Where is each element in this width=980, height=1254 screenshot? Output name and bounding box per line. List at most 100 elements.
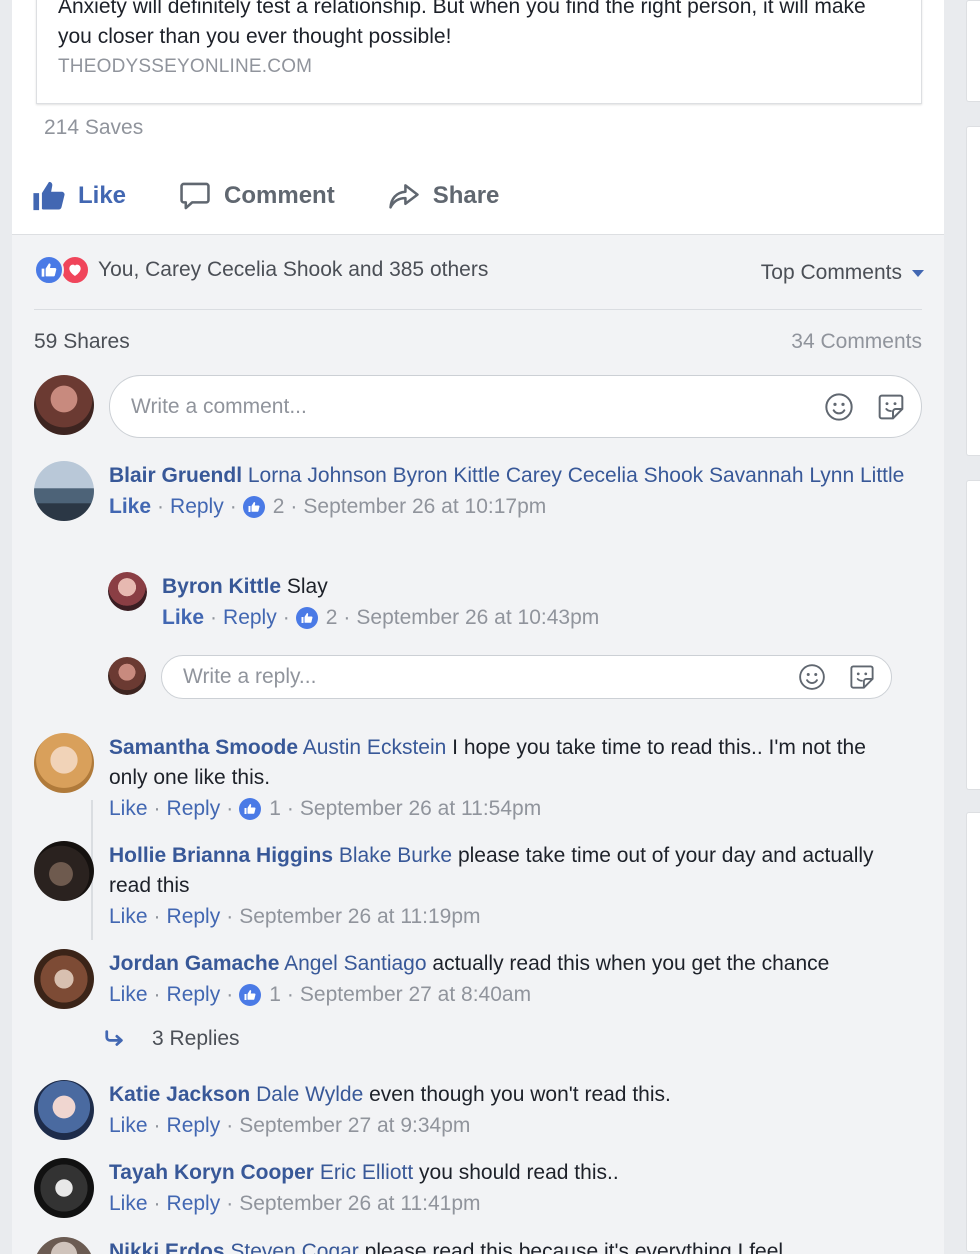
- comment-input[interactable]: [131, 376, 823, 437]
- share-button[interactable]: Share: [387, 179, 499, 213]
- comment-timestamp[interactable]: September 26 at 10:43pm: [356, 606, 599, 630]
- comment-reply-link[interactable]: Reply: [167, 983, 221, 1007]
- feedback-section: You, Carey Cecelia Shook and 385 others …: [12, 234, 944, 1254]
- comments-count[interactable]: 34 Comments: [791, 330, 922, 354]
- speech-bubble-icon: [180, 182, 210, 210]
- like-count-icon[interactable]: [295, 607, 318, 629]
- comment-reply-link[interactable]: Reply: [167, 1192, 221, 1216]
- avatar[interactable]: [34, 733, 94, 793]
- like-count-icon[interactable]: [242, 496, 265, 518]
- comment-mention[interactable]: Austin Eckstein: [303, 736, 447, 759]
- link-domain: THEODYSSEYONLINE.COM: [58, 56, 313, 77]
- smiley-icon[interactable]: [823, 391, 855, 423]
- comment-text: please read this because it's everything…: [364, 1240, 784, 1254]
- comment-author[interactable]: Samantha Smoode: [109, 736, 298, 759]
- comment-like-count[interactable]: 1: [269, 797, 281, 821]
- comment-composer: [109, 375, 922, 438]
- comment-author[interactable]: Nikki Erdos: [109, 1240, 225, 1254]
- view-replies-label: 3 Replies: [152, 1027, 240, 1050]
- avatar[interactable]: [108, 572, 146, 610]
- avatar[interactable]: [34, 949, 94, 1009]
- comment-timestamp[interactable]: September 26 at 11:41pm: [239, 1192, 480, 1216]
- post-action-bar: Like Comment Share: [32, 172, 551, 220]
- smiley-icon[interactable]: [797, 662, 827, 692]
- comment-timestamp[interactable]: September 26 at 11:54pm: [300, 797, 541, 821]
- comment-meta: Like · Reply · September 27 at 9:34pm: [109, 1114, 471, 1138]
- sidebar-card: [966, 0, 980, 102]
- reply-composer: [161, 655, 892, 699]
- share-arrow-icon: [388, 184, 419, 209]
- avatar[interactable]: [34, 1080, 94, 1140]
- comment-timestamp[interactable]: September 26 at 11:19pm: [239, 905, 480, 929]
- comment-reply-link[interactable]: Reply: [167, 1114, 221, 1138]
- comment-mention[interactable]: Angel Santiago: [284, 952, 426, 975]
- like-button[interactable]: Like: [32, 179, 126, 213]
- comment-mention[interactable]: Blake Burke: [339, 844, 452, 867]
- saves-count[interactable]: 214 Saves: [44, 116, 143, 140]
- comment-mention[interactable]: Lorna Johnson Byron Kittle Carey Cecelia…: [248, 464, 904, 487]
- comment-mention[interactable]: Steven Cogar: [230, 1240, 358, 1254]
- heart-icon: [60, 255, 90, 285]
- comment-like-count[interactable]: 2: [273, 495, 285, 519]
- comment-like-link[interactable]: Like: [109, 1192, 148, 1216]
- post-card: Anxiety will definitely test a relations…: [12, 0, 944, 1254]
- comment-like-link[interactable]: Like: [109, 1114, 148, 1138]
- comment-author[interactable]: Blair Gruendl: [109, 464, 242, 487]
- comment-author[interactable]: Katie Jackson: [109, 1083, 250, 1106]
- comment-reply-link[interactable]: Reply: [223, 606, 277, 630]
- shares-count[interactable]: 59 Shares: [34, 330, 130, 354]
- comment-meta: Like · Reply · 1 · September 27 at 8:40a…: [109, 983, 532, 1007]
- sticker-icon[interactable]: [847, 662, 877, 692]
- like-count-icon[interactable]: [239, 984, 262, 1006]
- comment-like-link[interactable]: Like: [109, 983, 148, 1007]
- comment-reply-link[interactable]: Reply: [170, 495, 224, 519]
- link-preview-card[interactable]: Anxiety will definitely test a relations…: [36, 0, 922, 104]
- comment-text: Slay: [286, 575, 328, 598]
- comment-mention[interactable]: Dale Wylde: [256, 1083, 363, 1106]
- like-count-icon[interactable]: [239, 798, 262, 820]
- avatar[interactable]: [108, 657, 146, 695]
- comment-author[interactable]: Jordan Gamache: [109, 952, 279, 975]
- comment-like-link[interactable]: Like: [109, 797, 148, 821]
- like-reaction-icon: [34, 255, 64, 285]
- comment-sort-dropdown[interactable]: Top Comments: [761, 261, 924, 285]
- avatar[interactable]: [34, 1158, 94, 1218]
- reactors-text: You, Carey Cecelia Shook and 385 others: [98, 258, 489, 281]
- divider: [34, 309, 922, 310]
- view-replies-link[interactable]: 3 Replies: [104, 1027, 240, 1051]
- comment-sort-label: Top Comments: [760, 261, 902, 284]
- avatar[interactable]: [34, 375, 94, 435]
- right-sidebar: [966, 0, 980, 1254]
- comment-text: actually read this when you get the chan…: [432, 952, 830, 975]
- comment-meta: Like · Reply · 1 · September 26 at 11:54…: [109, 797, 542, 821]
- thumbs-up-icon: [33, 181, 65, 211]
- avatar[interactable]: [34, 1237, 94, 1254]
- comment-author[interactable]: Byron Kittle: [162, 575, 281, 598]
- comment-like-link[interactable]: Like: [109, 905, 148, 929]
- reply-input[interactable]: [183, 656, 797, 698]
- comment-author[interactable]: Hollie Brianna Higgins: [109, 844, 333, 867]
- like-label: Like: [78, 182, 127, 209]
- comment-mention[interactable]: Eric Elliott: [320, 1161, 413, 1184]
- comment-reply-link[interactable]: Reply: [167, 905, 221, 929]
- comment-like-count[interactable]: 1: [269, 983, 281, 1007]
- link-description: Anxiety will definitely test a relations…: [58, 0, 866, 48]
- comment-like-count[interactable]: 2: [326, 606, 338, 630]
- comment-timestamp[interactable]: September 27 at 9:34pm: [239, 1114, 470, 1138]
- sidebar-card: [966, 126, 980, 456]
- comment-label: Comment: [224, 182, 335, 209]
- comment-text: even though you won't read this.: [369, 1083, 671, 1106]
- avatar[interactable]: [34, 841, 94, 901]
- comment-author[interactable]: Tayah Koryn Cooper: [109, 1161, 314, 1184]
- comment-meta: Like · Reply · September 26 at 11:41pm: [109, 1192, 481, 1216]
- sticker-icon[interactable]: [875, 391, 907, 423]
- comment-reply-link[interactable]: Reply: [167, 797, 221, 821]
- comment-timestamp[interactable]: September 26 at 10:17pm: [303, 495, 546, 519]
- comment-button[interactable]: Comment: [178, 179, 335, 213]
- avatar[interactable]: [34, 461, 94, 521]
- comment-timestamp[interactable]: September 27 at 8:40am: [300, 983, 531, 1007]
- comment-like-link[interactable]: Like: [109, 495, 151, 519]
- sidebar-card: [966, 812, 980, 1252]
- reactions-summary[interactable]: You, Carey Cecelia Shook and 385 others: [34, 255, 488, 285]
- comment-like-link[interactable]: Like: [162, 606, 204, 630]
